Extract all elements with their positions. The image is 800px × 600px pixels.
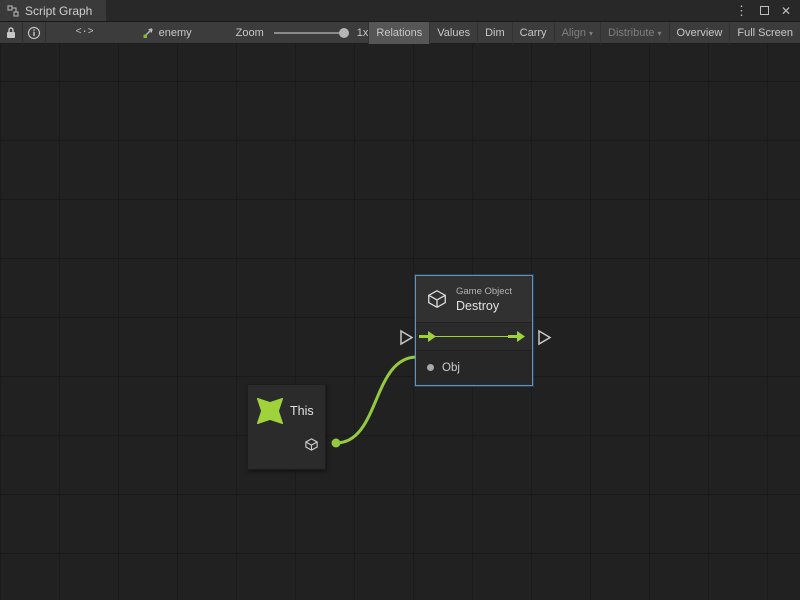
node-this[interactable]: This [247,384,326,470]
zoom-slider[interactable] [274,32,345,34]
obj-input-port[interactable] [427,364,434,371]
port-label: Obj [442,362,460,374]
graph-canvas[interactable]: This Game Object Destroy [0,44,800,600]
distribute-button[interactable]: Distribute▾ [600,22,668,44]
tab-script-graph[interactable]: Script Graph [0,0,106,21]
game-object-cube-icon[interactable] [304,437,319,452]
values-button[interactable]: Values [429,22,477,44]
info-icon[interactable] [23,22,45,44]
zoom-label: Zoom [236,27,264,39]
node-title: Destroy [456,299,512,313]
maximize-icon[interactable] [760,6,769,15]
connections-overlay [0,44,800,600]
lock-icon[interactable] [0,22,22,44]
align-button[interactable]: Align▾ [554,22,600,44]
node-destroy[interactable]: Game Object Destroy Obj [415,275,533,386]
fullscreen-button[interactable]: Full Screen [729,22,800,44]
this-self-icon [257,398,283,424]
menu-icon[interactable]: ⋮ [735,4,748,17]
toolbar-button-group: Relations Values Dim Carry Align▾ Distri… [368,22,800,44]
this-output-port[interactable] [332,439,341,448]
zoom-slider-knob[interactable] [339,28,349,38]
script-graph-icon [7,5,19,17]
flow-input-port[interactable] [401,331,412,344]
carry-button[interactable]: Carry [512,22,554,44]
flow-relation-row [416,323,532,350]
zoom-value: 1x [357,27,369,39]
connection-wire[interactable] [336,357,417,443]
dim-button[interactable]: Dim [477,22,512,44]
graph-name-label: enemy [159,27,192,39]
graph-breadcrumb[interactable]: enemy [142,27,192,39]
tab-bar: Script Graph ⋮ ✕ [0,0,800,22]
obj-input-row: Obj [416,351,532,384]
flow-through-arrows-icon [416,323,532,350]
node-category: Game Object [456,286,512,297]
graph-asset-icon [142,27,154,39]
node-title: This [290,404,314,418]
close-icon[interactable]: ✕ [781,5,791,17]
script-graph-window: Script Graph ⋮ ✕ <·> [0,0,800,600]
graph-toolbar: <·> enemy Zoom 1x Relations Values Dim C… [0,22,800,44]
overview-button[interactable]: Overview [669,22,730,44]
tab-title: Script Graph [25,4,92,18]
code-view-icon[interactable]: <·> [74,22,96,44]
relations-button[interactable]: Relations [368,22,429,44]
window-controls: ⋮ ✕ [735,0,800,21]
node-header: Game Object Destroy [416,276,532,323]
chevron-down-icon: ▾ [658,29,662,38]
chevron-down-icon: ▾ [589,29,593,38]
game-object-cube-icon [426,288,448,310]
flow-output-port[interactable] [539,331,550,344]
toolbar-separator [45,22,46,44]
